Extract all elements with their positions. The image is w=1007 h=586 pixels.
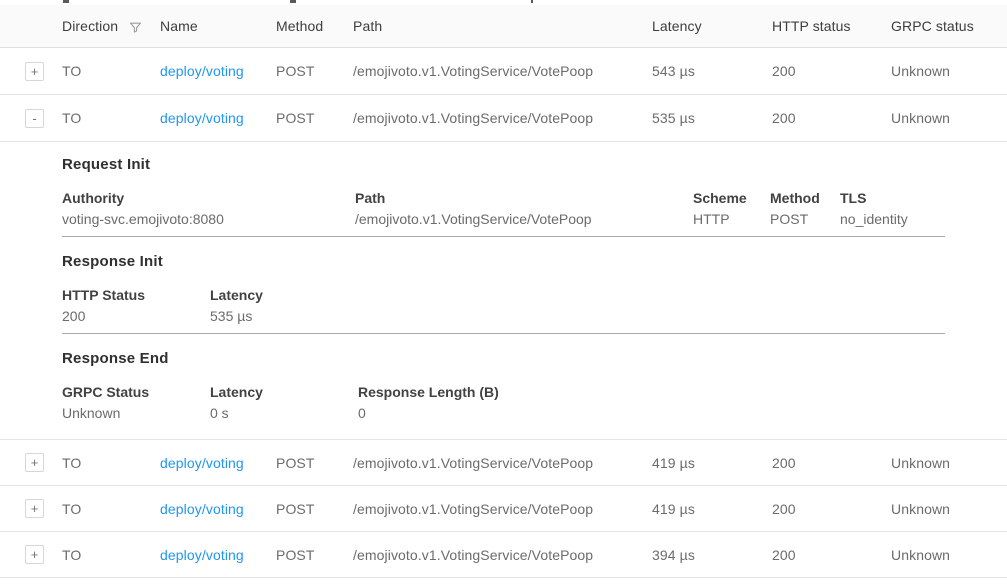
deployment-link[interactable]: deploy/voting [160, 501, 244, 517]
expand-row-button[interactable]: + [25, 499, 44, 518]
section-title: Response Init [62, 253, 945, 270]
field-label: Authority [62, 190, 355, 206]
field-value: /emojivoto.v1.VotingService/VotePoop [355, 211, 693, 227]
cell-method: POST [270, 501, 347, 517]
deployment-link[interactable]: deploy/voting [160, 547, 244, 563]
field-response-length: Response Length (B) 0 [358, 384, 945, 421]
cell-grpc-status: Unknown [885, 110, 1007, 126]
table-row: + TO deploy/voting POST /emojivoto.v1.Vo… [0, 486, 1007, 532]
cell-latency: 543 µs [646, 63, 766, 79]
cell-direction: TO [56, 110, 154, 126]
cutoff-artifact [531, 0, 533, 3]
field-method: Method POST [770, 190, 840, 227]
field-latency: Latency 535 µs [210, 287, 945, 324]
deployment-link[interactable]: deploy/voting [160, 110, 244, 126]
field-label: TLS [840, 190, 945, 206]
deployment-link[interactable]: deploy/voting [160, 455, 244, 471]
field-label: Latency [210, 287, 945, 303]
column-header-path: Path [347, 18, 646, 34]
field-label: Method [770, 190, 840, 206]
expand-row-button[interactable]: + [25, 545, 44, 564]
field-label: Scheme [693, 190, 770, 206]
column-header-http-status: HTTP status [766, 18, 885, 34]
cell-latency: 535 µs [646, 110, 766, 126]
table-row: + TO deploy/voting POST /emojivoto.v1.Vo… [0, 532, 1007, 578]
field-scheme: Scheme HTTP [693, 190, 770, 227]
cell-path: /emojivoto.v1.VotingService/VotePoop [347, 63, 646, 79]
column-header-direction: Direction [56, 18, 154, 35]
collapse-row-button[interactable]: - [25, 109, 44, 128]
deployment-link[interactable]: deploy/voting [160, 63, 244, 79]
expand-row-button[interactable]: + [25, 453, 44, 472]
column-header-name: Name [154, 18, 270, 34]
field-value: 0 [358, 405, 945, 421]
column-header-method: Method [270, 18, 347, 34]
response-end-section: Response End GRPC Status Unknown Latency… [62, 334, 945, 421]
field-value: HTTP [693, 211, 770, 227]
field-latency: Latency 0 s [210, 384, 358, 421]
field-label: HTTP Status [62, 287, 210, 303]
cell-grpc-status: Unknown [885, 547, 1007, 563]
field-label: GRPC Status [62, 384, 210, 400]
field-value: POST [770, 211, 840, 227]
response-init-section: Response Init HTTP Status 200 Latency 53… [62, 237, 945, 334]
cell-method: POST [270, 455, 347, 471]
request-detail-panel: Request Init Authority voting-svc.emojiv… [0, 142, 1007, 440]
cell-grpc-status: Unknown [885, 455, 1007, 471]
table-header-row: Direction Name Method Path Latency HTTP … [0, 5, 1007, 48]
cell-method: POST [270, 547, 347, 563]
table-row-expanded: - TO deploy/voting POST /emojivoto.v1.Vo… [0, 95, 1007, 142]
cell-grpc-status: Unknown [885, 501, 1007, 517]
cell-http-status: 200 [766, 63, 885, 79]
cell-http-status: 200 [766, 455, 885, 471]
field-path: Path /emojivoto.v1.VotingService/VotePoo… [355, 190, 693, 227]
field-value: no_identity [840, 211, 945, 227]
cell-latency: 419 µs [646, 455, 766, 471]
cell-http-status: 200 [766, 501, 885, 517]
section-title: Request Init [62, 156, 945, 173]
field-value: 200 [62, 308, 210, 324]
table-row: + TO deploy/voting POST /emojivoto.v1.Vo… [0, 48, 1007, 95]
table-row: + TO deploy/voting POST /emojivoto.v1.Vo… [0, 440, 1007, 486]
field-authority: Authority voting-svc.emojivoto:8080 [62, 190, 355, 227]
field-label: Path [355, 190, 693, 206]
expand-row-button[interactable]: + [25, 62, 44, 81]
field-grpc-status: GRPC Status Unknown [62, 384, 210, 421]
direction-header-label: Direction [62, 18, 118, 34]
cell-path: /emojivoto.v1.VotingService/VotePoop [347, 110, 646, 126]
cutoff-artifact [63, 0, 69, 3]
cell-grpc-status: Unknown [885, 63, 1007, 79]
cell-path: /emojivoto.v1.VotingService/VotePoop [347, 547, 646, 563]
field-label: Latency [210, 384, 358, 400]
cell-direction: TO [56, 63, 154, 79]
field-value: 0 s [210, 405, 358, 421]
cell-method: POST [270, 110, 347, 126]
cell-direction: TO [56, 547, 154, 563]
field-label: Response Length (B) [358, 384, 945, 400]
filter-funnel-icon[interactable] [128, 20, 143, 35]
cutoff-artifact [290, 0, 296, 3]
field-http-status: HTTP Status 200 [62, 287, 210, 324]
field-value: voting-svc.emojivoto:8080 [62, 211, 355, 227]
cell-http-status: 200 [766, 110, 885, 126]
field-value: 535 µs [210, 308, 945, 324]
field-value: Unknown [62, 405, 210, 421]
cell-latency: 394 µs [646, 547, 766, 563]
cell-path: /emojivoto.v1.VotingService/VotePoop [347, 501, 646, 517]
cell-http-status: 200 [766, 547, 885, 563]
cutoff-top-strip [0, 0, 1007, 5]
cell-direction: TO [56, 455, 154, 471]
cell-path: /emojivoto.v1.VotingService/VotePoop [347, 455, 646, 471]
section-title: Response End [62, 350, 945, 367]
tap-results-table: Direction Name Method Path Latency HTTP … [0, 0, 1007, 578]
cell-direction: TO [56, 501, 154, 517]
request-init-section: Request Init Authority voting-svc.emojiv… [62, 156, 945, 237]
field-tls: TLS no_identity [840, 190, 945, 227]
cell-latency: 419 µs [646, 501, 766, 517]
cell-method: POST [270, 63, 347, 79]
column-header-grpc-status: GRPC status [885, 18, 1007, 34]
column-header-latency: Latency [646, 18, 766, 34]
